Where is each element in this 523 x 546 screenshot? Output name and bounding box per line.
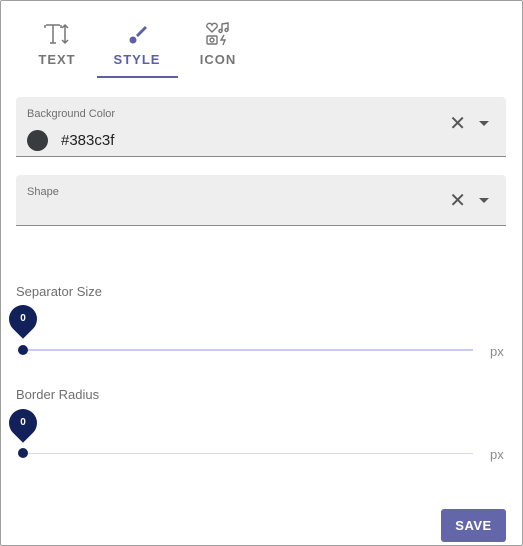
separator-size-slider-thumb[interactable] bbox=[18, 345, 28, 355]
field-label: Shape bbox=[27, 186, 59, 198]
tab-label: TEXT bbox=[38, 52, 76, 67]
color-swatch[interactable] bbox=[27, 130, 48, 151]
border-radius-slider-thumb[interactable] bbox=[18, 448, 28, 458]
icons-icon bbox=[206, 22, 229, 46]
border-radius-label: Border Radius bbox=[16, 387, 100, 402]
clear-icon[interactable]: ✕ bbox=[449, 188, 466, 213]
dropdown-arrow-icon[interactable] bbox=[479, 198, 489, 203]
text-size-icon bbox=[44, 23, 69, 45]
slider-value: 0 bbox=[20, 313, 26, 324]
field-label: Background Color bbox=[27, 108, 116, 120]
shape-field[interactable]: Shape ✕ bbox=[16, 175, 506, 226]
dropdown-arrow-icon[interactable] bbox=[479, 121, 489, 126]
background-color-field[interactable]: Background Color #383c3f ✕ bbox=[16, 97, 506, 157]
field-value: #383c3f bbox=[61, 132, 115, 149]
dialog-frame bbox=[0, 0, 523, 546]
tab-icon[interactable]: ICON bbox=[178, 22, 258, 67]
tab-style[interactable]: STYLE bbox=[97, 22, 177, 67]
tab-label: STYLE bbox=[113, 52, 161, 67]
slider-value: 0 bbox=[20, 417, 26, 428]
border-radius-slider-track[interactable] bbox=[23, 453, 473, 454]
tab-label: ICON bbox=[199, 52, 237, 67]
unit-label: px bbox=[490, 344, 504, 359]
clear-icon[interactable]: ✕ bbox=[449, 111, 466, 136]
separator-size-label: Separator Size bbox=[16, 284, 102, 299]
active-tab-indicator bbox=[97, 76, 178, 78]
save-button[interactable]: SAVE bbox=[441, 509, 506, 542]
separator-size-slider-track[interactable] bbox=[23, 349, 473, 351]
tab-text[interactable]: TEXT bbox=[17, 22, 97, 67]
brush-icon bbox=[129, 26, 147, 44]
unit-label: px bbox=[490, 447, 504, 462]
